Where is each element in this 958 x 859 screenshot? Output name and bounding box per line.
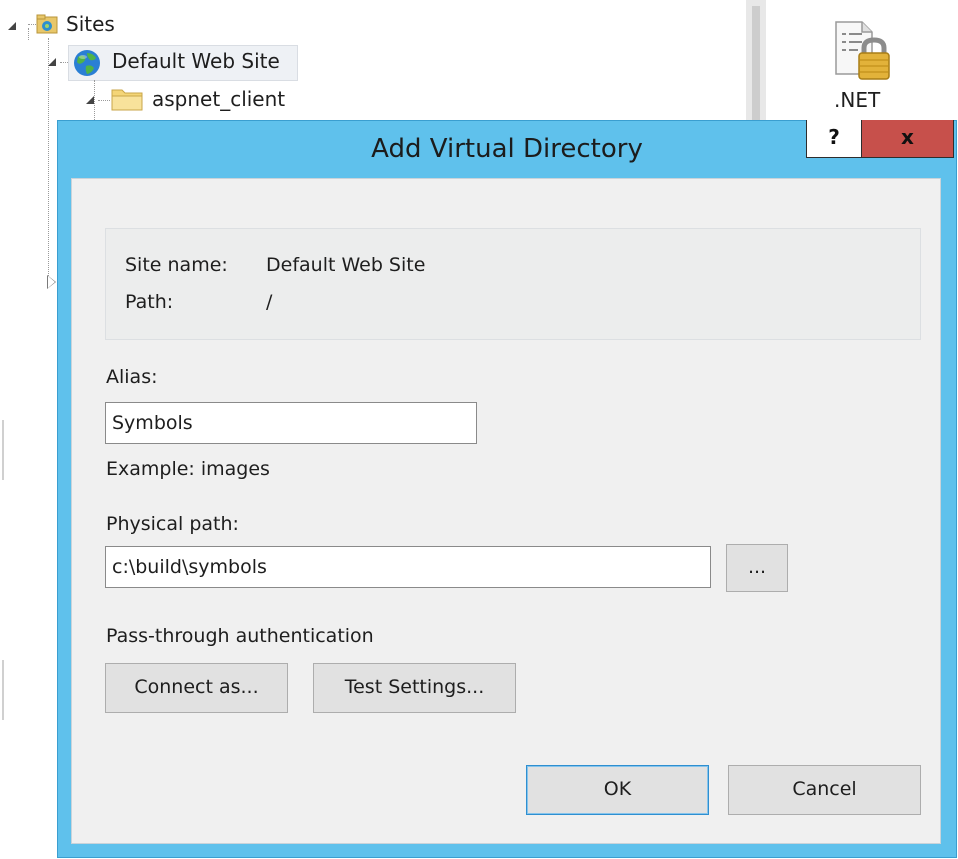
- test-settings-button[interactable]: Test Settings...: [313, 663, 516, 713]
- expand-arrow-icon[interactable]: [86, 96, 94, 104]
- physical-path-input[interactable]: [105, 546, 711, 588]
- tree-connector: [48, 38, 49, 278]
- site-info-panel: Site name: Default Web Site Path: /: [105, 228, 921, 340]
- expand-arrow-icon[interactable]: [8, 22, 16, 30]
- alias-label: Alias:: [106, 366, 158, 388]
- folder-icon: [111, 89, 143, 111]
- cancel-button[interactable]: Cancel: [728, 765, 921, 815]
- feature-net-label[interactable]: .NET: [834, 88, 880, 112]
- alias-input[interactable]: [105, 402, 477, 444]
- sites-folder-icon: [36, 14, 58, 34]
- browse-button[interactable]: ...: [726, 544, 788, 592]
- screen: Sites Default Web Site aspnet_client .NE…: [0, 0, 958, 859]
- ok-button[interactable]: OK: [526, 765, 709, 815]
- tree-item-default-web-site[interactable]: Default Web Site: [112, 49, 280, 73]
- dotnet-lock-icon[interactable]: [832, 20, 894, 82]
- site-name-label: Site name:: [125, 254, 228, 276]
- site-name-value: Default Web Site: [266, 254, 426, 276]
- path-label: Path:: [125, 291, 174, 313]
- close-button[interactable]: x: [862, 120, 954, 158]
- scroll-edge: [2, 420, 4, 480]
- physical-path-label: Physical path:: [106, 513, 239, 535]
- expand-arrow-icon[interactable]: [48, 58, 56, 66]
- path-value: /: [266, 291, 273, 313]
- add-virtual-directory-dialog: Add Virtual Directory ? x Site name: Def…: [57, 120, 957, 858]
- help-button[interactable]: ?: [806, 120, 862, 158]
- alias-example-text: Example: images: [106, 458, 270, 480]
- tree-item-aspnet-client[interactable]: aspnet_client: [152, 87, 285, 111]
- tree-item-sites[interactable]: Sites: [66, 12, 115, 36]
- collapsed-arrow-fill: [48, 276, 55, 288]
- tree-scrollbar-thumb[interactable]: [752, 6, 760, 120]
- tree-connector: [28, 28, 29, 40]
- connect-as-button[interactable]: Connect as...: [105, 663, 288, 713]
- tree-connector: [94, 80, 95, 120]
- dialog-body: Site name: Default Web Site Path: / Alia…: [71, 178, 941, 844]
- globe-icon: [74, 50, 100, 76]
- tree-connector: [28, 24, 36, 25]
- pass-through-auth-label: Pass-through authentication: [106, 625, 374, 647]
- tree-connector: [98, 100, 110, 101]
- scroll-edge: [2, 660, 4, 720]
